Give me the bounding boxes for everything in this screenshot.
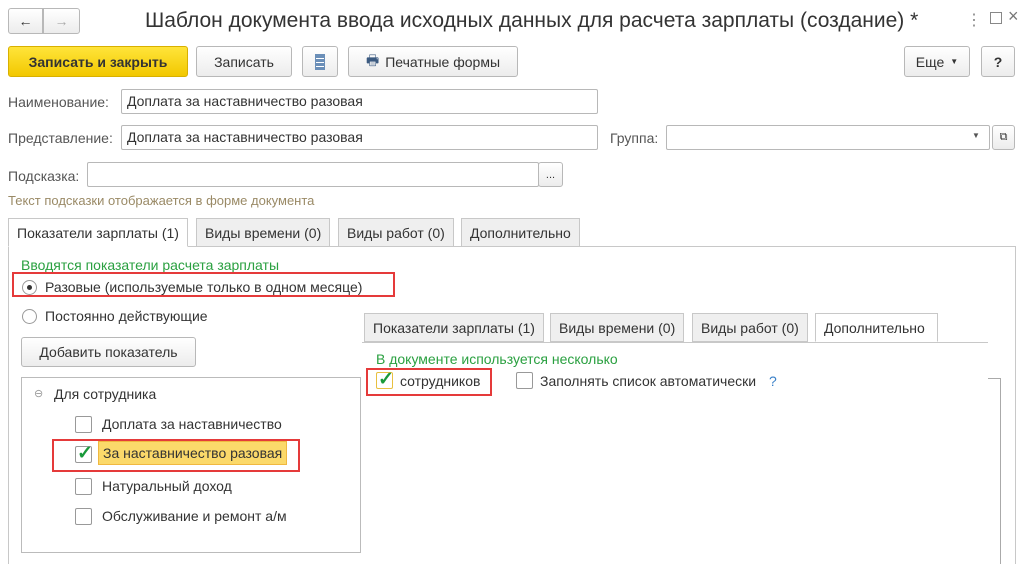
save-close-button[interactable]: Записать и закрыть xyxy=(8,46,188,77)
overlay-border xyxy=(1000,378,1001,564)
more-menu-icon[interactable]: ⋮ xyxy=(966,10,982,30)
autofill-help-icon[interactable]: ? xyxy=(769,373,777,389)
maximize-icon[interactable] xyxy=(990,12,1002,24)
radio-permanent[interactable]: Постоянно действующие xyxy=(22,308,208,324)
item-label: Натуральный доход xyxy=(102,478,232,494)
forward-button[interactable]: → xyxy=(43,8,80,34)
autofill-checkbox[interactable] xyxy=(516,372,533,389)
more-label: Еще xyxy=(915,53,945,70)
overlay-border xyxy=(988,378,1000,379)
item-label: Обслуживание и ремонт а/м xyxy=(102,508,287,524)
group-label: Группа: xyxy=(610,130,659,146)
print-forms-label: Печатные формы xyxy=(385,53,501,70)
item-checkbox[interactable] xyxy=(75,478,92,495)
representation-input[interactable]: Доплата за наставничество разовая xyxy=(121,125,598,150)
overlay-tab-work-types[interactable]: Виды работ (0) xyxy=(692,313,808,342)
tab-time-types[interactable]: Виды времени (0) xyxy=(196,218,331,247)
tab-additional[interactable]: Дополнительно xyxy=(461,218,580,247)
hint-input[interactable] xyxy=(87,162,539,187)
hint-note: Текст подсказки отображается в форме док… xyxy=(8,193,315,208)
close-icon[interactable]: × xyxy=(1008,6,1019,27)
highlight-box xyxy=(366,368,492,396)
back-button[interactable]: ← xyxy=(8,8,43,34)
help-button[interactable]: ? xyxy=(981,46,1015,77)
tab-work-types[interactable]: Виды работ (0) xyxy=(338,218,454,247)
group-input[interactable] xyxy=(666,125,990,150)
tree-group-label: Для сотрудника xyxy=(54,386,157,402)
add-indicator-button[interactable]: Добавить показатель xyxy=(21,337,196,367)
name-input[interactable]: Доплата за наставничество разовая xyxy=(121,89,598,114)
more-button[interactable]: Еще ▼ xyxy=(904,46,970,77)
overlay-tab-salary-indicators[interactable]: Показатели зарплаты (1) xyxy=(364,313,544,342)
save-button[interactable]: Записать xyxy=(196,46,292,77)
hint-label: Подсказка: xyxy=(8,168,80,184)
radio-empty-icon xyxy=(22,308,37,324)
document-list-button[interactable] xyxy=(302,46,338,77)
group-dropdown-icon[interactable]: ▼ xyxy=(972,131,980,140)
overlay-tab-additional[interactable]: Дополнительно xyxy=(815,313,938,342)
printer-icon: 🖶 xyxy=(365,51,380,68)
group-open-button[interactable]: ⧉ xyxy=(992,125,1015,150)
hint-select-button[interactable]: ... xyxy=(538,162,563,187)
item-label: Доплата за наставничество xyxy=(102,416,282,432)
autofill-label: Заполнять список автоматически xyxy=(540,373,757,389)
tab-salary-indicators[interactable]: Показатели зарплаты (1) xyxy=(8,218,188,247)
item-checkbox[interactable] xyxy=(75,416,92,433)
name-label: Наименование: xyxy=(8,94,109,110)
chevron-down-icon: ▼ xyxy=(950,57,959,66)
section-title: Вводятся показатели расчета зарплаты xyxy=(21,257,280,273)
highlight-box xyxy=(12,272,395,297)
highlight-box xyxy=(52,439,300,472)
list-icon xyxy=(315,53,325,70)
overlay-divider xyxy=(362,342,988,343)
overlay-section-title: В документе используется несколько xyxy=(376,351,618,367)
collapse-icon[interactable]: ⊖ xyxy=(34,387,43,400)
item-checkbox[interactable] xyxy=(75,508,92,525)
print-forms-button[interactable]: 🖶 Печатные формы xyxy=(348,46,518,77)
radio-permanent-label: Постоянно действующие xyxy=(45,308,208,324)
window-title: Шаблон документа ввода исходных данных д… xyxy=(145,9,919,32)
representation-label: Представление: xyxy=(8,130,113,146)
overlay-tab-time-types[interactable]: Виды времени (0) xyxy=(550,313,685,342)
